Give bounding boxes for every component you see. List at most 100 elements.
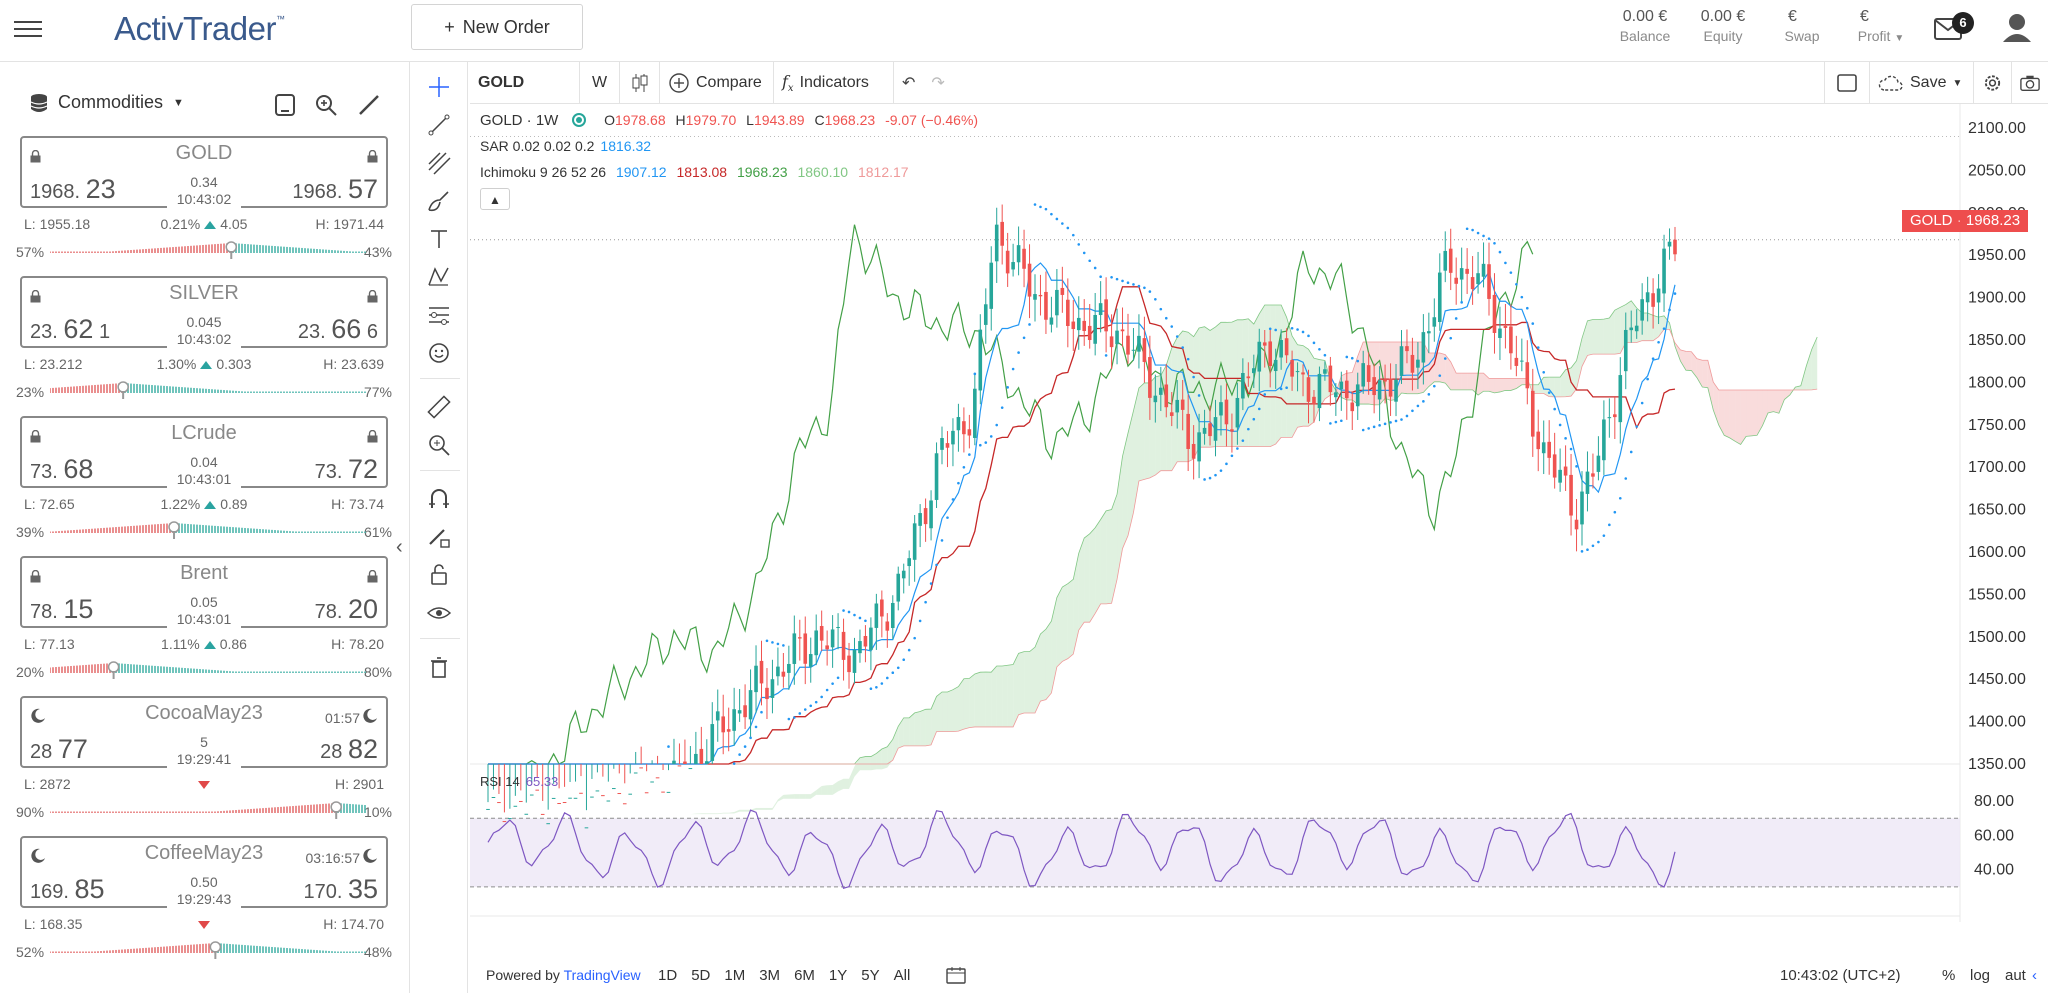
sar-dot bbox=[1378, 424, 1381, 427]
sar-dot bbox=[1482, 234, 1485, 238]
lock-icon[interactable] bbox=[426, 562, 452, 588]
magnet-icon[interactable] bbox=[426, 486, 452, 512]
undo-icon[interactable]: ↶ bbox=[902, 73, 915, 93]
hamburger-menu-icon[interactable] bbox=[14, 16, 42, 42]
sar-dot bbox=[1318, 347, 1321, 351]
sar-dot bbox=[1575, 465, 1578, 468]
save-button[interactable]: Save ▼ bbox=[1870, 62, 1974, 104]
ichimoku-cloud bbox=[701, 813, 707, 815]
collapse-panel-icon[interactable]: ‹ bbox=[396, 536, 403, 559]
redo-icon[interactable]: ↷ bbox=[931, 73, 944, 93]
powered-by[interactable]: Powered by TradingView bbox=[486, 967, 641, 983]
sar-dot bbox=[1110, 275, 1113, 279]
buy-price[interactable]: 78. 20 bbox=[315, 594, 378, 625]
candle-body bbox=[1273, 359, 1278, 372]
sar-dot bbox=[1011, 367, 1015, 371]
buy-price[interactable]: 1968. 57 bbox=[292, 174, 378, 205]
price-chart[interactable]: 2100.002050.002000.001950.001900.001850.… bbox=[470, 104, 2048, 922]
fullscreen-button[interactable] bbox=[1824, 62, 1870, 104]
instrument-card[interactable]: Brent 78. 15 78. 20 0.05 10:43:01 L: 77.13 1… bbox=[16, 556, 392, 694]
auto-scale-toggle[interactable]: aut bbox=[2005, 967, 2026, 984]
range-5y[interactable]: 5Y bbox=[861, 967, 879, 984]
collapse-legend-button[interactable]: ▲ bbox=[480, 188, 510, 210]
pitchfork-icon[interactable] bbox=[426, 150, 452, 176]
pattern-icon[interactable] bbox=[426, 264, 452, 290]
zoom-icon[interactable] bbox=[313, 92, 339, 118]
brush-icon[interactable] bbox=[426, 188, 452, 214]
sell-price[interactable]: 73. 68 bbox=[30, 454, 93, 485]
instrument-card[interactable]: GOLD 1968. 23 1968. 57 0.34 10:43:02 L: 195… bbox=[16, 136, 392, 274]
instrument-card[interactable]: SILVER 23. 62 1 23. 66 6 0.045 10:43:02 L: 23… bbox=[16, 276, 392, 414]
settings-button[interactable] bbox=[1974, 62, 2012, 104]
range-1d[interactable]: 1D bbox=[658, 967, 677, 984]
screenshot-button[interactable] bbox=[2012, 62, 2048, 104]
emoji-icon[interactable] bbox=[426, 340, 452, 366]
sell-price[interactable]: 1968. 23 bbox=[30, 174, 116, 205]
candle-body bbox=[486, 808, 490, 810]
chart-type-button[interactable] bbox=[620, 62, 660, 104]
range-1y[interactable]: 1Y bbox=[829, 967, 847, 984]
log-scale-toggle[interactable]: log bbox=[1970, 967, 1990, 984]
instrument-card[interactable]: 01:57 CocoaMay23 28 77 28 82 5 19:29:41 L: 2… bbox=[16, 696, 392, 834]
sar-dot bbox=[913, 636, 916, 640]
tablet-icon[interactable] bbox=[272, 92, 298, 118]
interval-selector[interactable]: W bbox=[580, 62, 620, 104]
ichimoku-cloud bbox=[1286, 317, 1293, 438]
sell-price[interactable]: 169. 85 bbox=[30, 874, 105, 905]
ruler-icon[interactable] bbox=[426, 394, 452, 420]
sar-dot bbox=[1629, 450, 1633, 454]
crosshair-icon[interactable] bbox=[426, 74, 452, 100]
sell-price[interactable]: 78. 15 bbox=[30, 594, 93, 625]
buy-price[interactable]: 170. 35 bbox=[303, 874, 378, 905]
ichimoku-cloud bbox=[925, 709, 932, 746]
sar-dot bbox=[1389, 421, 1392, 424]
chart-area[interactable]: 2100.002050.002000.001950.001900.001850.… bbox=[470, 104, 2048, 922]
sar-dot bbox=[1350, 356, 1354, 360]
candle-body bbox=[836, 626, 840, 628]
category-selector[interactable]: Commodities ▼ bbox=[30, 92, 184, 113]
range-all[interactable]: All bbox=[894, 967, 911, 984]
prediction-icon[interactable] bbox=[426, 302, 452, 328]
instrument-card[interactable]: LCrude 73. 68 73. 72 0.04 10:43:01 L: 72.65… bbox=[16, 416, 392, 554]
range-3m[interactable]: 3M bbox=[759, 967, 780, 984]
symbol-selector[interactable]: GOLD bbox=[470, 62, 580, 104]
zoom-in-icon[interactable] bbox=[426, 432, 452, 458]
text-icon[interactable] bbox=[426, 226, 452, 252]
lock-drawing-pencil-icon[interactable] bbox=[426, 524, 452, 550]
buy-price[interactable]: 73. 72 bbox=[315, 454, 378, 485]
price-tick-label: 1550.00 bbox=[1968, 586, 2026, 603]
eye-icon[interactable] bbox=[426, 600, 452, 626]
trash-icon[interactable] bbox=[426, 654, 452, 680]
sar-dot bbox=[1061, 222, 1064, 225]
sar-dot bbox=[875, 685, 878, 689]
sell-price[interactable]: 28 77 bbox=[30, 734, 88, 765]
candle-body bbox=[1104, 299, 1108, 332]
calendar-icon[interactable] bbox=[946, 966, 966, 984]
buy-price[interactable]: 28 82 bbox=[320, 734, 378, 765]
buy-price[interactable]: 23. 66 6 bbox=[298, 314, 378, 345]
compare-button[interactable]: Compare bbox=[660, 62, 774, 104]
candle-body bbox=[1093, 314, 1097, 344]
candle-body bbox=[1383, 379, 1387, 382]
candle-body bbox=[962, 421, 966, 435]
candle-body bbox=[1120, 329, 1125, 332]
sell-price[interactable]: 23. 62 1 bbox=[30, 314, 110, 345]
candle-body bbox=[770, 679, 775, 698]
candle-body bbox=[1339, 381, 1344, 390]
candle-body bbox=[1295, 371, 1300, 373]
candle-body bbox=[579, 792, 583, 794]
pen-icon[interactable] bbox=[356, 92, 382, 118]
trend-line-icon[interactable] bbox=[426, 112, 452, 138]
range-5d[interactable]: 5D bbox=[691, 967, 710, 984]
percent-scale-toggle[interactable]: % bbox=[1942, 967, 1955, 984]
expand-right-icon[interactable]: ‹ bbox=[2032, 967, 2037, 984]
instrument-card[interactable]: 03:16:57 CoffeeMay23 169. 85 170. 35 0.50 1… bbox=[16, 836, 392, 974]
sar-dot bbox=[880, 682, 884, 685]
user-avatar-icon[interactable] bbox=[2000, 10, 2034, 44]
range-1m[interactable]: 1M bbox=[724, 967, 745, 984]
new-order-button[interactable]: + New Order bbox=[411, 4, 583, 50]
range-6m[interactable]: 6M bbox=[794, 967, 815, 984]
sar-dot bbox=[1367, 427, 1370, 430]
indicators-button[interactable]: fx Indicators bbox=[774, 62, 894, 104]
profit[interactable]: € Profit ▼ bbox=[1846, 8, 1916, 44]
